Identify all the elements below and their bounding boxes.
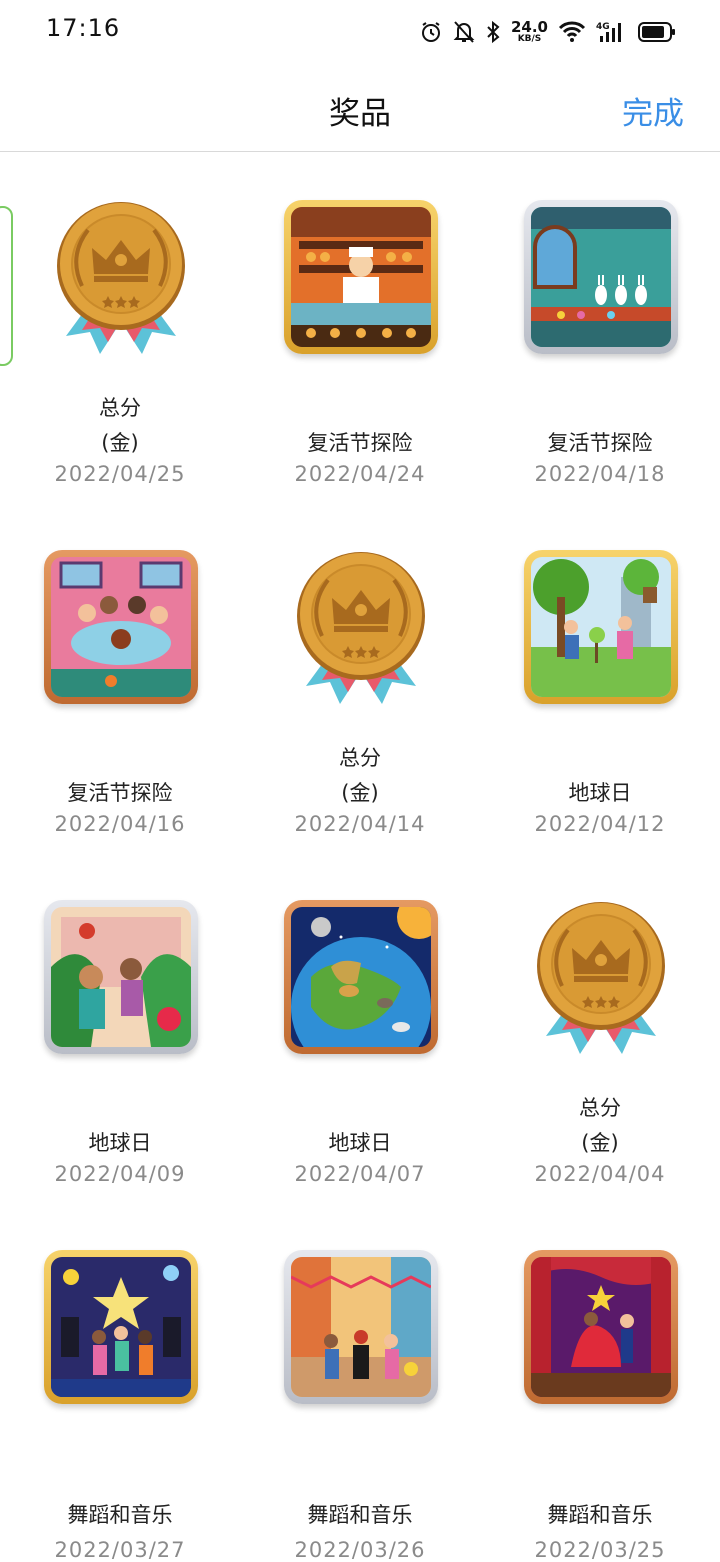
reward-date: 2022/03/26 (294, 1538, 426, 1562)
signal-icon: 4G (596, 20, 628, 44)
reward-title: 舞蹈和音乐 (67, 1503, 173, 1527)
reward-title: 地球日 (328, 1131, 392, 1155)
mute-bell-icon (453, 20, 475, 44)
reward-title: 总分 (金) (99, 396, 141, 455)
reward-item[interactable]: 地球日 2022/04/09 (0, 852, 240, 1202)
gold-medal-icon (290, 546, 432, 716)
reward-date: 2022/03/27 (54, 1538, 186, 1562)
reward-item[interactable]: 舞蹈和音乐 2022/03/27 (0, 1202, 240, 1562)
reward-title: 复活节探险 (307, 431, 413, 455)
network-speed: 24.0 KB/S (510, 18, 548, 44)
reward-item[interactable]: 舞蹈和音乐 2022/03/25 (480, 1202, 720, 1562)
reward-title: 复活节探险 (67, 781, 173, 805)
reward-date: 2022/04/12 (534, 812, 666, 836)
reward-date: 2022/04/09 (54, 1162, 186, 1186)
puzzle-thumbnail (44, 550, 198, 704)
gold-medal-icon (530, 896, 672, 1066)
reward-title: 地球日 (568, 781, 632, 805)
reward-title: 舞蹈和音乐 (547, 1503, 653, 1527)
reward-title: 舞蹈和音乐 (307, 1503, 413, 1527)
reward-item[interactable]: 总分 (金) 2022/04/25 (0, 152, 240, 502)
bluetooth-icon (485, 20, 501, 44)
reward-title: 总分 (金) (339, 746, 381, 805)
alarm-icon (419, 20, 443, 44)
page-title: 奖品 (329, 96, 391, 132)
reward-item[interactable]: 舞蹈和音乐 2022/03/26 (240, 1202, 480, 1562)
reward-item[interactable]: 地球日 2022/04/12 (480, 502, 720, 852)
done-button[interactable]: 完成 (622, 88, 684, 133)
reward-date: 2022/04/07 (294, 1162, 426, 1186)
reward-title: 复活节探险 (547, 431, 653, 455)
reward-date: 2022/04/04 (534, 1162, 666, 1186)
reward-date: 2022/04/24 (294, 462, 426, 486)
reward-date: 2022/04/25 (54, 462, 186, 486)
puzzle-thumbnail (44, 1250, 198, 1404)
reward-title: 总分 (金) (579, 1096, 621, 1155)
reward-item[interactable]: 地球日 2022/04/07 (240, 852, 480, 1202)
svg-text:4G: 4G (596, 22, 610, 32)
reward-date: 2022/04/16 (54, 812, 186, 836)
reward-item[interactable]: 复活节探险 2022/04/18 (480, 152, 720, 502)
header: 奖品 完成 (0, 64, 720, 152)
puzzle-thumbnail (524, 550, 678, 704)
reward-item[interactable]: 复活节探险 2022/04/24 (240, 152, 480, 502)
puzzle-thumbnail (524, 200, 678, 354)
gold-medal-icon (50, 196, 192, 366)
wifi-icon (558, 21, 586, 43)
reward-item[interactable]: 总分 (金) 2022/04/14 (240, 502, 480, 852)
puzzle-thumbnail (524, 1250, 678, 1404)
puzzle-thumbnail (284, 900, 438, 1054)
reward-title: 地球日 (88, 1131, 152, 1155)
puzzle-thumbnail (284, 200, 438, 354)
status-bar: 17:16 24.0 KB/S 4G (0, 0, 720, 64)
battery-icon (638, 21, 676, 43)
status-time: 17:16 (46, 14, 121, 42)
puzzle-thumbnail (44, 900, 198, 1054)
reward-date: 2022/04/18 (534, 462, 666, 486)
reward-date: 2022/04/14 (294, 812, 426, 836)
reward-item[interactable]: 复活节探险 2022/04/16 (0, 502, 240, 852)
reward-item[interactable]: 总分 (金) 2022/04/04 (480, 852, 720, 1202)
status-icons: 24.0 KB/S 4G (419, 14, 676, 50)
puzzle-thumbnail (284, 1250, 438, 1404)
reward-date: 2022/03/25 (534, 1538, 666, 1562)
